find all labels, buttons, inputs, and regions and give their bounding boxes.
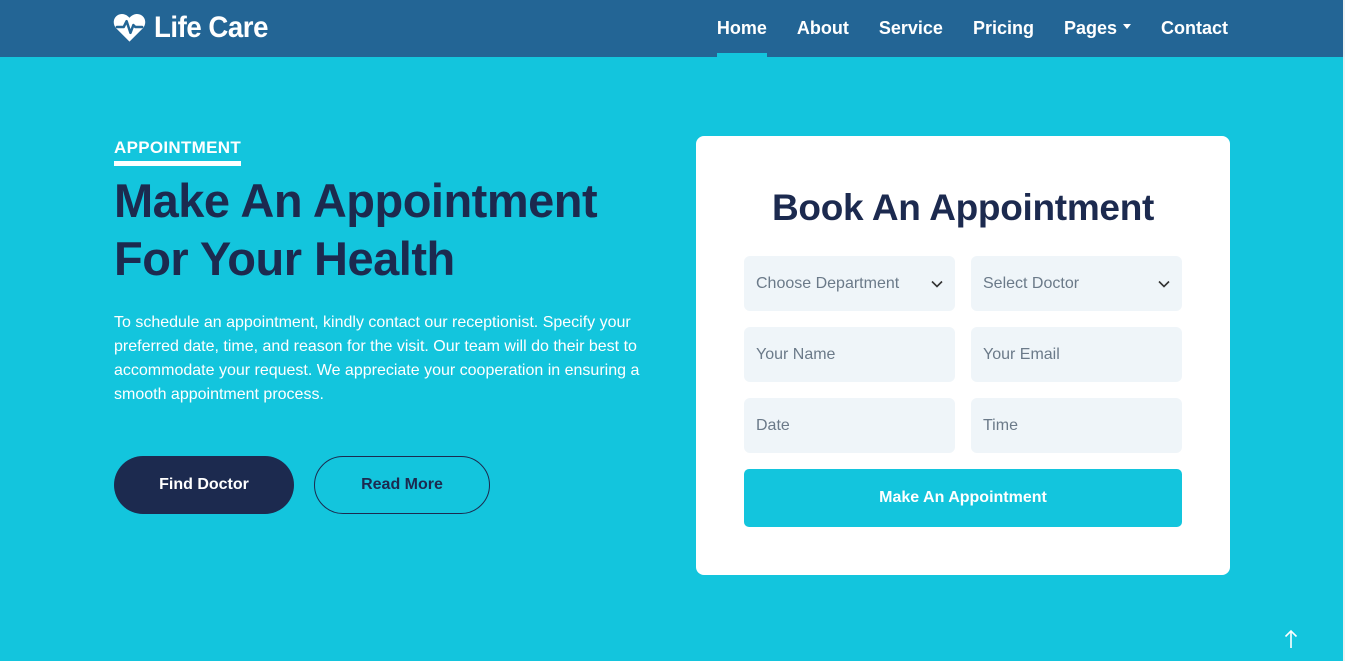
time-placeholder: Time: [983, 416, 1018, 434]
date-input[interactable]: Date: [744, 398, 955, 453]
hero-description: To schedule an appointment, kindly conta…: [114, 314, 640, 403]
heart-pulse-icon: [113, 13, 146, 43]
brand-logo[interactable]: Life Care: [113, 10, 278, 46]
nav-item-pricing[interactable]: Pricing: [973, 0, 1034, 57]
hero-title: Make An Appointment For Your Health: [114, 174, 598, 285]
navbar: Life Care Home About Service Pricing Pag…: [0, 0, 1343, 57]
date-placeholder: Date: [756, 416, 790, 434]
nav-menu: Home About Service Pricing Pages Contact: [716, 0, 1228, 57]
nav-item-contact[interactable]: Contact: [1161, 0, 1228, 57]
make-appointment-button[interactable]: Make An Appointment: [744, 469, 1182, 527]
nav-item-home[interactable]: Home: [716, 0, 767, 57]
chevron-down-icon: [931, 280, 943, 288]
email-placeholder: Your Email: [983, 345, 1060, 363]
back-to-top-button[interactable]: [1280, 628, 1302, 650]
time-input[interactable]: Time: [971, 398, 1182, 453]
department-select-value: Choose Department: [756, 274, 900, 292]
name-placeholder: Your Name: [756, 345, 836, 363]
chevron-down-icon: [1158, 280, 1170, 288]
caret-down-icon: [1123, 24, 1131, 29]
email-input[interactable]: Your Email: [971, 327, 1182, 382]
section-eyebrow: APPOINTMENT: [114, 138, 242, 166]
form-title: Book An Appointment: [771, 187, 1155, 228]
name-input[interactable]: Your Name: [744, 327, 955, 382]
brand-name: Life Care: [154, 11, 268, 44]
read-more-button[interactable]: Read More: [314, 456, 490, 514]
nav-item-service[interactable]: Service: [879, 0, 943, 57]
nav-item-about[interactable]: About: [797, 0, 849, 57]
department-select[interactable]: Choose Department: [744, 256, 955, 311]
arrow-up-icon: [1284, 629, 1298, 648]
nav-item-pages-label: Pages: [1063, 18, 1117, 38]
doctor-select[interactable]: Select Doctor: [971, 256, 1182, 311]
find-doctor-button[interactable]: Find Doctor: [114, 456, 294, 514]
nav-item-pages[interactable]: Pages: [1064, 0, 1131, 57]
doctor-select-value: Select Doctor: [983, 274, 1080, 292]
